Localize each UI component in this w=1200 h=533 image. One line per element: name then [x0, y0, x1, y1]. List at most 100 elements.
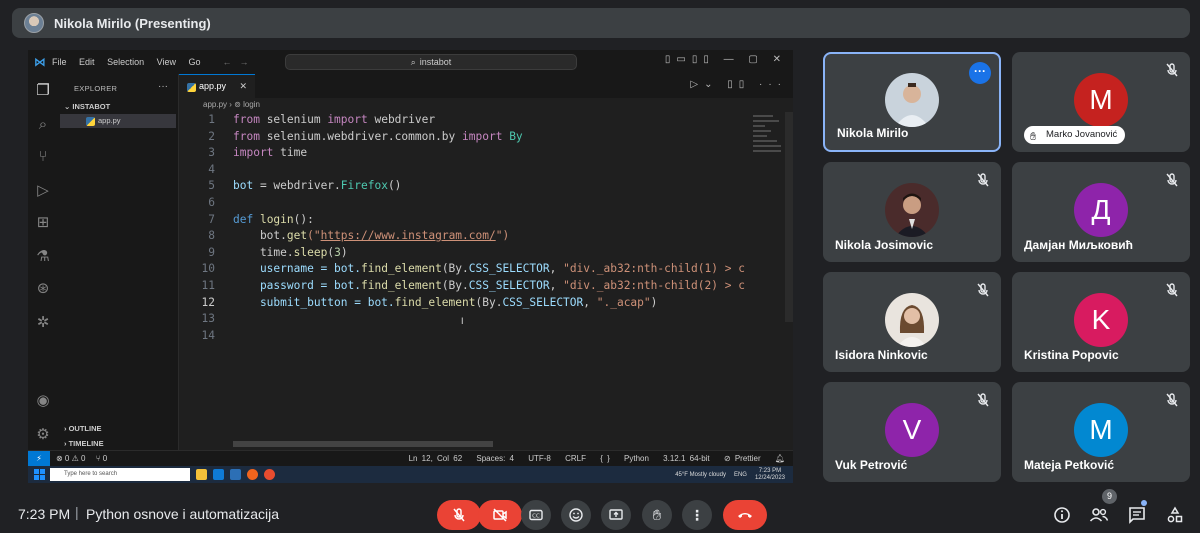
windows-start-icon[interactable] — [34, 469, 45, 480]
search-icon[interactable]: ⌕ — [34, 116, 52, 134]
vscode-app-icon[interactable] — [230, 469, 241, 480]
menu-bar: File Edit Selection View Go — [52, 57, 211, 67]
file-app-py[interactable]: app.py — [60, 114, 176, 128]
minimap[interactable] — [749, 112, 785, 192]
outline-section[interactable]: › OUTLINE — [64, 424, 102, 433]
participant-avatar: Д — [1074, 183, 1128, 237]
tab-app-py[interactable]: app.py ✕ — [179, 74, 255, 98]
activities-icon — [1167, 506, 1183, 523]
line-ending[interactable]: CRLF — [565, 454, 586, 463]
mic-toggle-button[interactable] — [437, 500, 481, 530]
explorer-icon[interactable]: ❐ — [34, 82, 52, 100]
language-mode[interactable]: { } Python — [600, 454, 649, 463]
participant-name: Nikola Josimovic — [835, 238, 934, 252]
menu-view[interactable]: View — [157, 57, 176, 67]
editor-actions[interactable]: ▷⌄ ▯▯ ··· — [690, 79, 787, 90]
camera-toggle-button[interactable] — [478, 500, 522, 530]
captions-button[interactable]: CC — [521, 500, 551, 530]
menu-file[interactable]: File — [52, 57, 67, 67]
system-tray: 45°F Mostly cloudy ENG 7:23 PM 12/24/2023 — [675, 468, 785, 481]
timeline-section[interactable]: › TIMELINE — [64, 439, 104, 448]
participant-name: Vuk Petrović — [835, 458, 908, 472]
participant-tile-nikola-mirilo[interactable]: ··· Nikola Mirilo — [823, 52, 1001, 152]
participant-tile-damjan-miljkovic[interactable]: Д Дамјан Миљковић — [1012, 162, 1190, 262]
participant-tile-vuk-petrovic[interactable]: V Vuk Petrović — [823, 382, 1001, 482]
meeting-title: Python osnove i automatizacija — [86, 506, 279, 522]
indentation[interactable]: Spaces: 4 — [476, 454, 514, 463]
code-line-5: 5 bot = webdriver.Firefox() — [208, 179, 402, 193]
firefox-app-icon[interactable] — [247, 469, 258, 480]
chat-unread-dot — [1141, 500, 1147, 506]
raise-hand-icon: ✋︎ — [652, 506, 662, 524]
python-interpreter[interactable]: 3.12.1 64-bit — [663, 454, 709, 463]
leave-call-button[interactable] — [723, 500, 767, 530]
remote-icon[interactable]: ⊛ — [34, 280, 52, 298]
people-button[interactable] — [1088, 504, 1110, 526]
settings-gear-icon[interactable]: ⚙ — [34, 426, 52, 444]
mic-off-icon — [1166, 63, 1178, 77]
cursor-position[interactable]: Ln 12, Col 62 — [409, 454, 463, 463]
participant-tile-kristina-popovic[interactable]: K Kristina Popovic — [1012, 272, 1190, 372]
present-screen-button[interactable] — [601, 500, 631, 530]
run-debug-icon[interactable]: ▷ — [34, 182, 52, 200]
participant-tile-nikola-josimovic[interactable]: Nikola Josimovic — [823, 162, 1001, 262]
file-explorer-app-icon[interactable] — [196, 469, 207, 480]
reactions-button[interactable] — [561, 500, 591, 530]
chat-button[interactable] — [1126, 504, 1148, 526]
vertical-scrollbar[interactable] — [785, 112, 793, 322]
problems-count[interactable]: ⊗ 0 ⚠ 0 — [56, 454, 85, 463]
ports-count[interactable]: ⑂ 0 — [96, 454, 107, 463]
more-options-button[interactable]: ⋮ — [682, 500, 712, 530]
code-line-6: 6 — [208, 196, 215, 209]
participant-tile-mateja-petkovic[interactable]: M Mateja Petković — [1012, 382, 1190, 482]
activity-bar: ❐ ⌕ ⑂ ▷ ⊞ ⚗ ⊛ ✲ ◉ ⚙ — [28, 74, 58, 450]
editor-tabs: app.py ✕ ▷⌄ ▯▯ ··· — [179, 74, 793, 98]
remote-indicator-icon[interactable]: ⚡ — [28, 451, 50, 466]
taskbar-clock[interactable]: 7:23 PM 12/24/2023 — [755, 468, 785, 481]
menu-selection[interactable]: Selection — [107, 57, 144, 67]
horizontal-scrollbar[interactable] — [233, 441, 493, 447]
code-line-11: 11 password = bot.find_element(By.CSS_SE… — [201, 279, 745, 292]
command-center[interactable]: ⌕ instabot — [285, 54, 577, 70]
participant-tile-isidora-ninkovic[interactable]: Isidora Ninkovic — [823, 272, 1001, 372]
participant-name: Дамјан Миљковић — [1024, 238, 1133, 252]
testing-icon[interactable]: ⚗ — [34, 248, 52, 266]
meeting-details-button[interactable] — [1051, 504, 1073, 526]
menu-go[interactable]: Go — [188, 57, 200, 67]
code-line-9: 9 time.sleep(3) — [208, 245, 348, 259]
menu-edit[interactable]: Edit — [79, 57, 95, 67]
folder-instabot[interactable]: ⌄ INSTABOT — [64, 102, 110, 111]
nav-arrows-icon[interactable]: ←→ — [223, 57, 257, 67]
notifications-bell-icon[interactable]: 🔔︎ — [775, 454, 785, 463]
python-file-icon — [86, 117, 95, 126]
taskbar-search[interactable]: Type here to search — [50, 468, 190, 481]
code-line-2: 2 from selenium.webdriver.common.by impor… — [208, 129, 523, 143]
participant-tile-marko-jovanovic[interactable]: M ✋︎ Marko Jovanović — [1012, 52, 1190, 152]
more-options-icon[interactable]: ··· — [969, 62, 991, 84]
code-line-12: 12 submit_button = bot.find_element(By.C… — [201, 295, 658, 309]
chrome-app-icon[interactable] — [264, 469, 275, 480]
python-icon[interactable]: ✲ — [34, 314, 52, 332]
mic-off-icon — [1166, 393, 1178, 407]
input-language[interactable]: ENG — [734, 472, 747, 478]
bottom-control-bar: 7:23 PM | Python osnove i automatizacija… — [0, 490, 1200, 533]
participant-avatar — [885, 73, 939, 128]
edge-app-icon[interactable] — [213, 469, 224, 480]
close-icon[interactable]: ✕ — [239, 75, 247, 98]
more-actions-icon[interactable]: ··· — [158, 81, 168, 92]
encoding[interactable]: UTF-8 — [528, 454, 551, 463]
extensions-icon[interactable]: ⊞ — [34, 214, 52, 232]
hang-up-icon — [738, 513, 752, 518]
window-controls[interactable]: ▯▭▯▯ — ▢ ✕ — [665, 54, 787, 65]
weather[interactable]: 45°F Mostly cloudy — [675, 472, 726, 478]
info-icon — [1054, 507, 1070, 523]
activities-button[interactable] — [1164, 504, 1186, 526]
code-line-8: 8 bot.get("https://www.instagram.com/") — [208, 229, 510, 243]
participant-name: Nikola Mirilo — [837, 126, 909, 140]
raise-hand-button[interactable]: ✋︎ — [642, 500, 672, 530]
account-icon[interactable]: ◉ — [34, 392, 52, 410]
source-control-icon[interactable]: ⑂ — [34, 148, 52, 166]
prettier-status[interactable]: ⊘ Prettier — [724, 454, 761, 463]
code-editor[interactable]: 1 from selenium import webdriver 2 from se… — [179, 112, 749, 442]
present-screen-icon — [609, 509, 623, 520]
